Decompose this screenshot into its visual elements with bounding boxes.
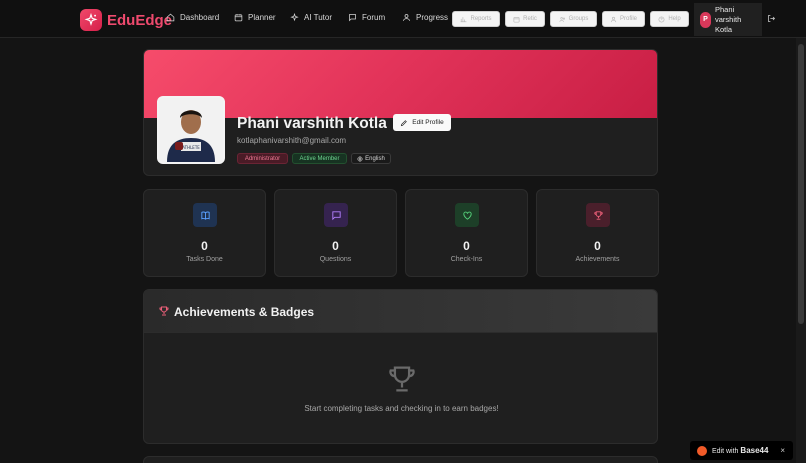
calendar-icon	[513, 16, 520, 22]
stat-label: Tasks Done	[186, 256, 223, 263]
stat-label: Achievements	[575, 256, 620, 263]
nav-reports-button[interactable]: Reports	[452, 11, 500, 27]
message-icon	[324, 203, 348, 227]
nav-dashboard[interactable]: Dashboard	[166, 13, 219, 22]
nav-ai-tutor-label: AI Tutor	[304, 13, 333, 22]
achievements-card: Achievements & Badges Start completing t…	[143, 289, 658, 444]
user-icon	[610, 16, 617, 22]
stat-value: 0	[463, 239, 470, 253]
nav-groups-button[interactable]: Groups	[550, 11, 597, 27]
stat-questions: 0 Questions	[274, 189, 397, 277]
trophy-icon	[586, 203, 610, 227]
book-icon	[193, 203, 217, 227]
nav-profile-button[interactable]: Profile	[602, 11, 645, 27]
globe-icon	[357, 156, 363, 161]
profile-avatar: ATHLETE	[157, 96, 225, 164]
nav-help-label: Help	[668, 16, 681, 22]
profile-card: ATHLETE Phani varshith Kotla Edit Profil…	[143, 49, 658, 176]
stat-value: 0	[594, 239, 601, 253]
nav-dashboard-label: Dashboard	[180, 13, 220, 22]
app-logo[interactable]: EduEdge	[80, 9, 172, 31]
achievements-empty-text: Start completing tasks and checking in t…	[304, 404, 499, 413]
top-navbar: EduEdge Dashboard Planner AI Tutor Forum…	[0, 0, 806, 38]
users-icon	[559, 16, 565, 22]
chart-icon	[461, 16, 467, 22]
stat-tasks-done: 0 Tasks Done	[143, 189, 266, 277]
achievements-header: Achievements & Badges	[144, 290, 657, 333]
next-section-card	[143, 456, 658, 463]
sparkle-logo-icon	[80, 9, 102, 31]
empty-trophy-icon	[389, 366, 415, 392]
profile-photo: ATHLETE	[159, 98, 223, 162]
nav-planner-label: Planner	[248, 13, 276, 22]
nav-progress-label: Progress	[416, 13, 449, 22]
base44-prefix: Edit with	[712, 448, 739, 455]
stat-achievements: 0 Achievements	[536, 189, 659, 277]
edit-profile-label: Edit Profile	[412, 119, 444, 126]
role-badge: Administrator	[237, 153, 288, 164]
stat-label: Check-Ins	[450, 256, 483, 263]
achievements-title: Achievements & Badges	[174, 305, 315, 319]
base44-text: Edit with Base44	[712, 446, 768, 455]
language-badge: English	[351, 153, 391, 164]
scrollbar-thumb[interactable]	[798, 44, 804, 324]
stat-label: Questions	[319, 256, 352, 263]
nav-planner[interactable]: Planner	[234, 13, 276, 22]
logout-icon[interactable]	[767, 14, 776, 23]
base44-brand: Base44	[740, 446, 769, 455]
user-avatar: P	[700, 11, 711, 28]
profile-email: kotlaphanivarshith@gmail.com	[237, 136, 347, 145]
edit-profile-button[interactable]: Edit Profile	[393, 114, 451, 131]
sparkles-icon	[290, 13, 299, 22]
heart-icon	[455, 203, 479, 227]
nav-forum-label: Forum	[362, 13, 386, 22]
nav-profile-label: Profile	[619, 16, 637, 22]
user-menu[interactable]: P Phani varshith Kotla	[694, 3, 762, 36]
nav-retic-button[interactable]: Retic	[505, 11, 545, 27]
nav-groups-label: Groups	[568, 16, 589, 22]
profile-name: Phani varshith Kotla	[237, 115, 387, 132]
app-name: EduEdge	[107, 11, 173, 29]
nav-forum[interactable]: Forum	[348, 13, 385, 22]
language-label: English	[365, 155, 385, 162]
chat-icon	[349, 14, 356, 22]
base44-logo-icon	[697, 445, 707, 456]
nav-retic-label: Retic	[523, 16, 537, 22]
nav-progress[interactable]: Progress	[402, 13, 448, 22]
stat-value: 0	[201, 239, 208, 253]
edit-with-base44-badge[interactable]: Edit with Base44 ×	[690, 441, 793, 460]
calendar-icon	[234, 14, 243, 22]
svg-text:ATHLETE: ATHLETE	[182, 145, 200, 150]
nav-reports-label: Reports	[470, 16, 492, 22]
nav-ai-tutor[interactable]: AI Tutor	[290, 13, 332, 22]
pencil-icon	[401, 119, 408, 126]
stat-check-ins: 0 Check-Ins	[405, 189, 528, 277]
home-icon	[166, 13, 175, 22]
help-icon	[658, 16, 665, 22]
user-name: Phani varshith Kotla	[715, 4, 742, 34]
trophy-icon	[159, 306, 169, 316]
nav-help-button[interactable]: Help	[650, 11, 689, 27]
close-icon[interactable]: ×	[780, 446, 785, 455]
status-badge: Active Member	[292, 153, 347, 164]
stat-value: 0	[332, 239, 339, 253]
user-icon	[403, 14, 410, 21]
